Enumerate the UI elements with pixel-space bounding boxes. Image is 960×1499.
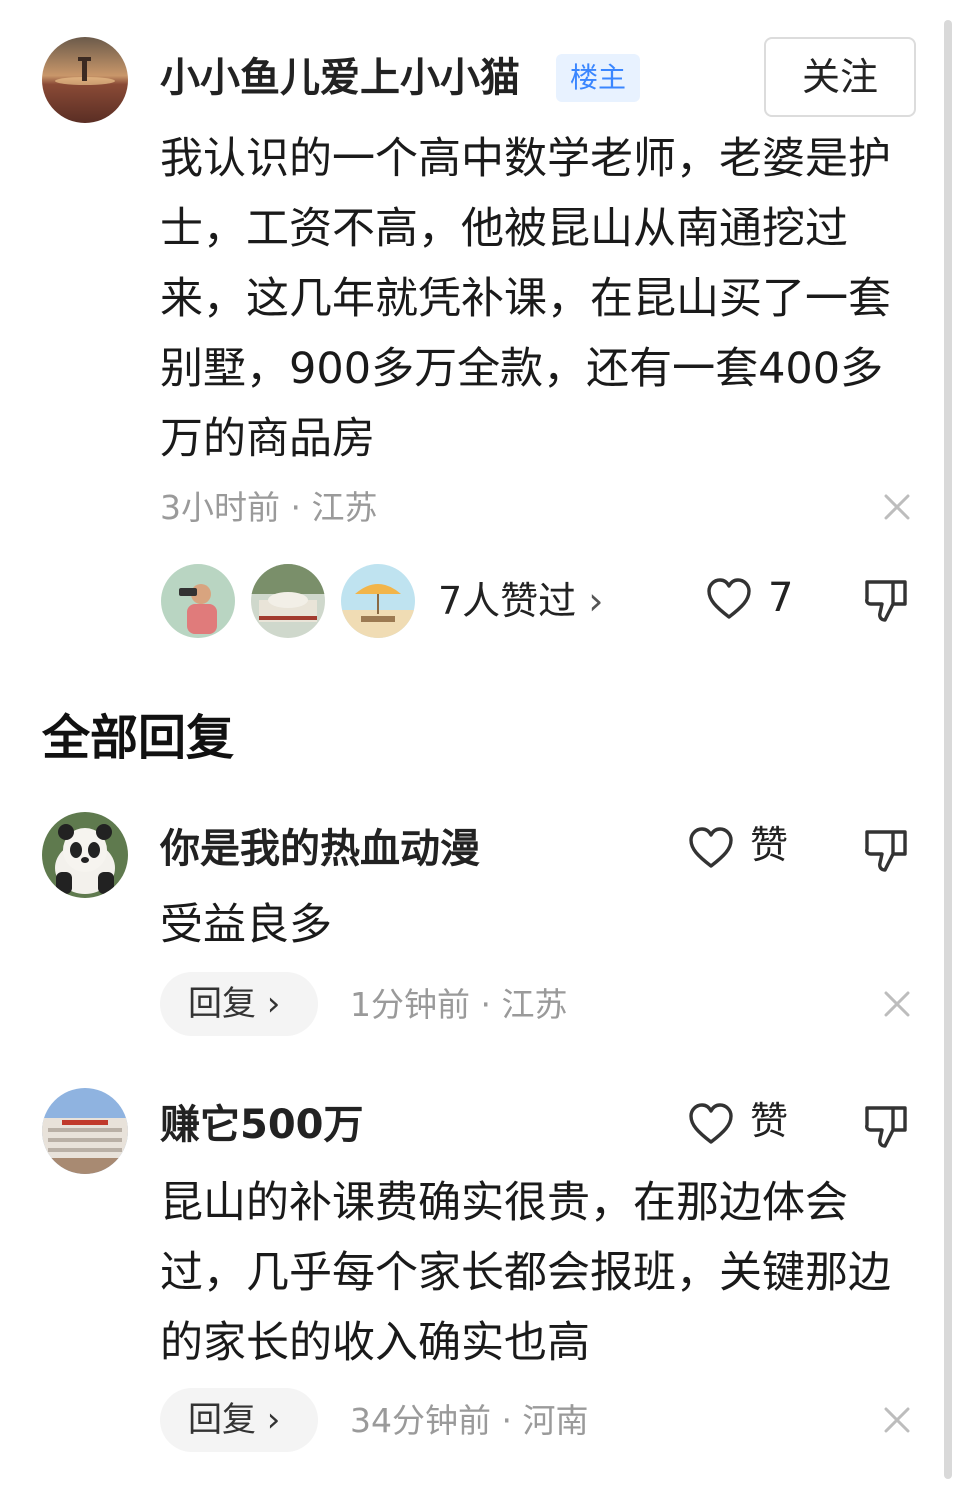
reply-button-label: 回复 [188, 1400, 256, 1440]
chevron-right-icon: › [576, 579, 604, 623]
post-author-name[interactable]: 小小鱼儿爱上小小猫 [160, 58, 520, 98]
reply-button[interactable]: 回复 › [160, 972, 318, 1036]
likers-count-link[interactable]: 7人赞过 › [438, 582, 603, 620]
liker-avatar[interactable] [341, 564, 415, 638]
reply-text: 受益良多 [160, 900, 332, 950]
reply-author-name[interactable]: 赚它500万 [160, 1105, 364, 1145]
thumb-down-icon[interactable] [863, 826, 909, 874]
chevron-right-icon: › [256, 984, 281, 1024]
reply-like-label[interactable]: 赞 [750, 826, 788, 864]
liker-avatar[interactable] [161, 564, 235, 638]
section-title: 全部回复 [42, 710, 235, 766]
chevron-right-icon: › [256, 1400, 281, 1440]
close-icon[interactable] [883, 493, 911, 521]
post-meta: 3小时前 · 江苏 [160, 488, 378, 527]
reply-meta: 1分钟前 · 江苏 [350, 985, 568, 1024]
reply-like-label[interactable]: 赞 [750, 1102, 788, 1140]
heart-icon[interactable] [706, 577, 752, 621]
reply-author-avatar[interactable] [42, 812, 128, 898]
thumb-down-icon[interactable] [863, 1102, 909, 1150]
thumb-down-icon[interactable] [863, 576, 909, 624]
reply-text: 昆山的补课费确实很贵，在那边体会过，几乎每个家长都会报班，关键那边的家长的收入确… [160, 1178, 891, 1368]
heart-icon[interactable] [688, 826, 734, 870]
close-icon[interactable] [883, 1406, 911, 1434]
follow-button[interactable]: 关注 [764, 37, 916, 117]
reply-button-label: 回复 [188, 984, 256, 1024]
post-body: 我认识的一个高中数学老师，老婆是护士，工资不高，他被昆山从南通挖过来，这几年就凭… [160, 134, 891, 464]
reply-author-name[interactable]: 你是我的热血动漫 [160, 829, 480, 869]
post-author-avatar[interactable] [42, 37, 128, 123]
reply-meta: 34分钟前 · 河南 [350, 1401, 589, 1440]
liker-avatar[interactable] [251, 564, 325, 638]
post-like-count: 7 [768, 575, 794, 621]
heart-icon[interactable] [688, 1102, 734, 1146]
op-badge: 楼主 [556, 54, 640, 102]
close-icon[interactable] [883, 990, 911, 1018]
reply-button[interactable]: 回复 › [160, 1388, 318, 1452]
likers-label: 7人赞过 [438, 579, 577, 623]
reply-author-avatar[interactable] [42, 1088, 128, 1174]
scrollbar[interactable] [944, 20, 952, 1479]
